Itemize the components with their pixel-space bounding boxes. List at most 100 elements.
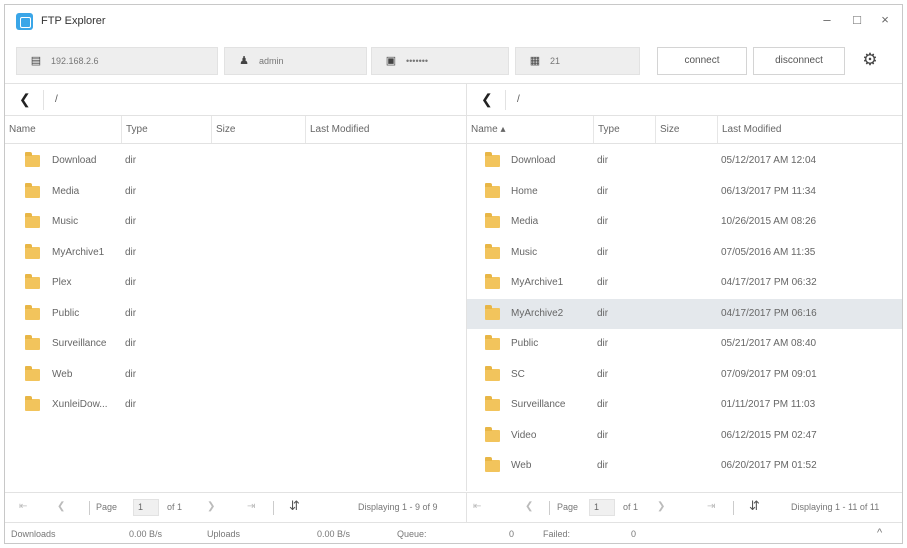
minimize-button[interactable]: – bbox=[813, 9, 841, 31]
displaying-text: Displaying 1 - 9 of 9 bbox=[358, 502, 438, 512]
failed-label: Failed: bbox=[543, 529, 571, 539]
list-item[interactable]: Plex dir bbox=[5, 268, 466, 299]
list-item[interactable]: Web dir 06/20/2017 PM 01:52 bbox=[467, 451, 902, 482]
page-of: of 1 bbox=[167, 502, 183, 512]
disconnect-button[interactable]: disconnect bbox=[753, 47, 845, 75]
col-type[interactable]: Type bbox=[593, 116, 655, 143]
list-item[interactable]: Music dir 07/05/2016 AM 11:35 bbox=[467, 238, 902, 269]
list-item[interactable]: XunleiDow... dir bbox=[5, 390, 466, 421]
folder-icon bbox=[25, 335, 40, 350]
host-field[interactable]: ▤ 192.168.2.6 bbox=[16, 47, 218, 75]
folder-icon bbox=[25, 304, 40, 320]
col-name[interactable]: Name bbox=[5, 116, 121, 143]
left-path-bar: ❮ / bbox=[5, 84, 466, 116]
password-field[interactable]: ▣ ••••••• bbox=[371, 47, 509, 75]
folder-icon bbox=[485, 426, 500, 442]
right-pagination: ⇤ ❮ Page 1 of 1 ❯ ⇥ ⇵ Displaying 1 - 11 … bbox=[467, 492, 902, 522]
refresh-icon[interactable]: ⇵ bbox=[289, 498, 300, 514]
displaying-text: Displaying 1 - 11 of 11 bbox=[791, 502, 880, 512]
list-item[interactable]: Public dir 05/21/2017 AM 08:40 bbox=[467, 329, 902, 360]
page-input[interactable]: 1 bbox=[589, 499, 615, 516]
page-input[interactable]: 1 bbox=[133, 499, 159, 516]
close-button[interactable]: × bbox=[871, 9, 899, 31]
user-field[interactable]: ♟ admin bbox=[224, 47, 367, 75]
first-page-icon[interactable]: ⇤ bbox=[19, 501, 27, 512]
port-icon: ▦ bbox=[529, 55, 541, 67]
queue-value: 0 bbox=[509, 529, 515, 539]
folder-icon bbox=[25, 182, 40, 198]
list-item[interactable]: Music dir bbox=[5, 207, 466, 238]
next-page-icon[interactable]: ❯ bbox=[207, 501, 215, 512]
downloads-value: 0.00 B/s bbox=[129, 529, 163, 539]
left-path[interactable]: / bbox=[55, 94, 58, 105]
lock-icon: ▣ bbox=[385, 55, 397, 67]
connect-button[interactable]: connect bbox=[657, 47, 747, 75]
list-item[interactable]: Web dir bbox=[5, 360, 466, 391]
folder-icon bbox=[485, 335, 500, 350]
server-icon: ▤ bbox=[30, 55, 42, 67]
left-column-headers: Name Type Size Last Modified bbox=[5, 116, 466, 144]
back-arrow-icon[interactable]: ❮ bbox=[481, 91, 493, 108]
next-page-icon[interactable]: ❯ bbox=[657, 501, 665, 512]
col-type[interactable]: Type bbox=[121, 116, 211, 143]
password-value: ••••••• bbox=[406, 56, 429, 66]
list-item[interactable]: Download dir 05/12/2017 AM 12:04 bbox=[467, 146, 902, 177]
col-size[interactable]: Size bbox=[655, 116, 717, 143]
local-file-pane: ❮ / Name Type Size Last Modified Downloa… bbox=[5, 83, 467, 491]
list-item-selected[interactable]: MyArchive2 dir 04/17/2017 PM 06:16 bbox=[467, 298, 902, 329]
list-item[interactable]: Media dir bbox=[5, 177, 466, 208]
col-name-sorted[interactable]: Name ▴ bbox=[467, 116, 593, 143]
port-value: 21 bbox=[550, 56, 561, 66]
last-page-icon[interactable]: ⇥ bbox=[247, 501, 255, 512]
uploads-value: 0.00 B/s bbox=[317, 529, 351, 539]
list-item[interactable]: Surveillance dir bbox=[5, 329, 466, 360]
folder-icon bbox=[25, 152, 40, 167]
right-path[interactable]: / bbox=[517, 94, 520, 105]
col-last-modified[interactable]: Last Modified bbox=[717, 116, 902, 143]
refresh-icon[interactable]: ⇵ bbox=[749, 498, 760, 514]
folder-icon bbox=[485, 243, 500, 259]
app-logo-icon bbox=[16, 13, 33, 30]
queue-label: Queue: bbox=[397, 529, 427, 539]
list-item[interactable]: SC dir 07/09/2017 PM 09:01 bbox=[467, 360, 902, 391]
prev-page-icon[interactable]: ❮ bbox=[525, 501, 533, 512]
page-label: Page bbox=[96, 502, 118, 512]
port-field[interactable]: ▦ 21 bbox=[515, 47, 640, 75]
uploads-label: Uploads bbox=[207, 529, 241, 539]
maximize-button[interactable]: □ bbox=[843, 9, 871, 31]
gear-icon[interactable]: ⚙ bbox=[860, 50, 880, 70]
folder-icon bbox=[25, 274, 40, 289]
col-last-modified[interactable]: Last Modified bbox=[305, 116, 467, 143]
app-title: FTP Explorer bbox=[41, 15, 106, 27]
folder-icon bbox=[485, 457, 500, 472]
folder-icon bbox=[485, 213, 500, 228]
folder-icon bbox=[485, 182, 500, 198]
list-item[interactable]: Media dir 10/26/2015 AM 08:26 bbox=[467, 207, 902, 238]
downloads-label: Downloads bbox=[11, 529, 56, 539]
connection-toolbar: ▤ 192.168.2.6 ♟ admin ▣ ••••••• ▦ 21 con… bbox=[5, 47, 902, 77]
folder-icon bbox=[485, 274, 500, 289]
chevron-up-icon[interactable]: ^ bbox=[877, 527, 882, 539]
page-of: of 1 bbox=[623, 502, 639, 512]
list-item[interactable]: Public dir bbox=[5, 299, 466, 330]
prev-page-icon[interactable]: ❮ bbox=[57, 501, 65, 512]
list-item[interactable]: Home dir 06/13/2017 PM 11:34 bbox=[467, 177, 902, 208]
col-size[interactable]: Size bbox=[211, 116, 305, 143]
status-bar: Downloads 0.00 B/s Uploads 0.00 B/s Queu… bbox=[5, 522, 902, 545]
left-pagination: ⇤ ❮ Page 1 of 1 ❯ ⇥ ⇵ Displaying 1 - 9 o… bbox=[5, 492, 467, 522]
right-path-bar: ❮ / bbox=[467, 84, 902, 116]
list-item[interactable]: Video dir 06/12/2015 PM 02:47 bbox=[467, 421, 902, 452]
first-page-icon[interactable]: ⇤ bbox=[473, 501, 481, 512]
list-item[interactable]: MyArchive1 dir 04/17/2017 PM 06:32 bbox=[467, 268, 902, 299]
folder-icon bbox=[485, 396, 500, 411]
last-page-icon[interactable]: ⇥ bbox=[707, 501, 715, 512]
folder-icon bbox=[25, 396, 40, 411]
left-file-list: Download dir Media dir Music dir MyArchive1… bbox=[5, 146, 466, 421]
list-item[interactable]: MyArchive1 dir bbox=[5, 238, 466, 269]
list-item[interactable]: Download dir bbox=[5, 146, 466, 177]
user-icon: ♟ bbox=[239, 55, 249, 67]
title-bar: FTP Explorer – □ × bbox=[5, 5, 902, 37]
folder-icon bbox=[25, 365, 40, 381]
back-arrow-icon[interactable]: ❮ bbox=[19, 91, 31, 108]
list-item[interactable]: Surveillance dir 01/11/2017 PM 11:03 bbox=[467, 390, 902, 421]
